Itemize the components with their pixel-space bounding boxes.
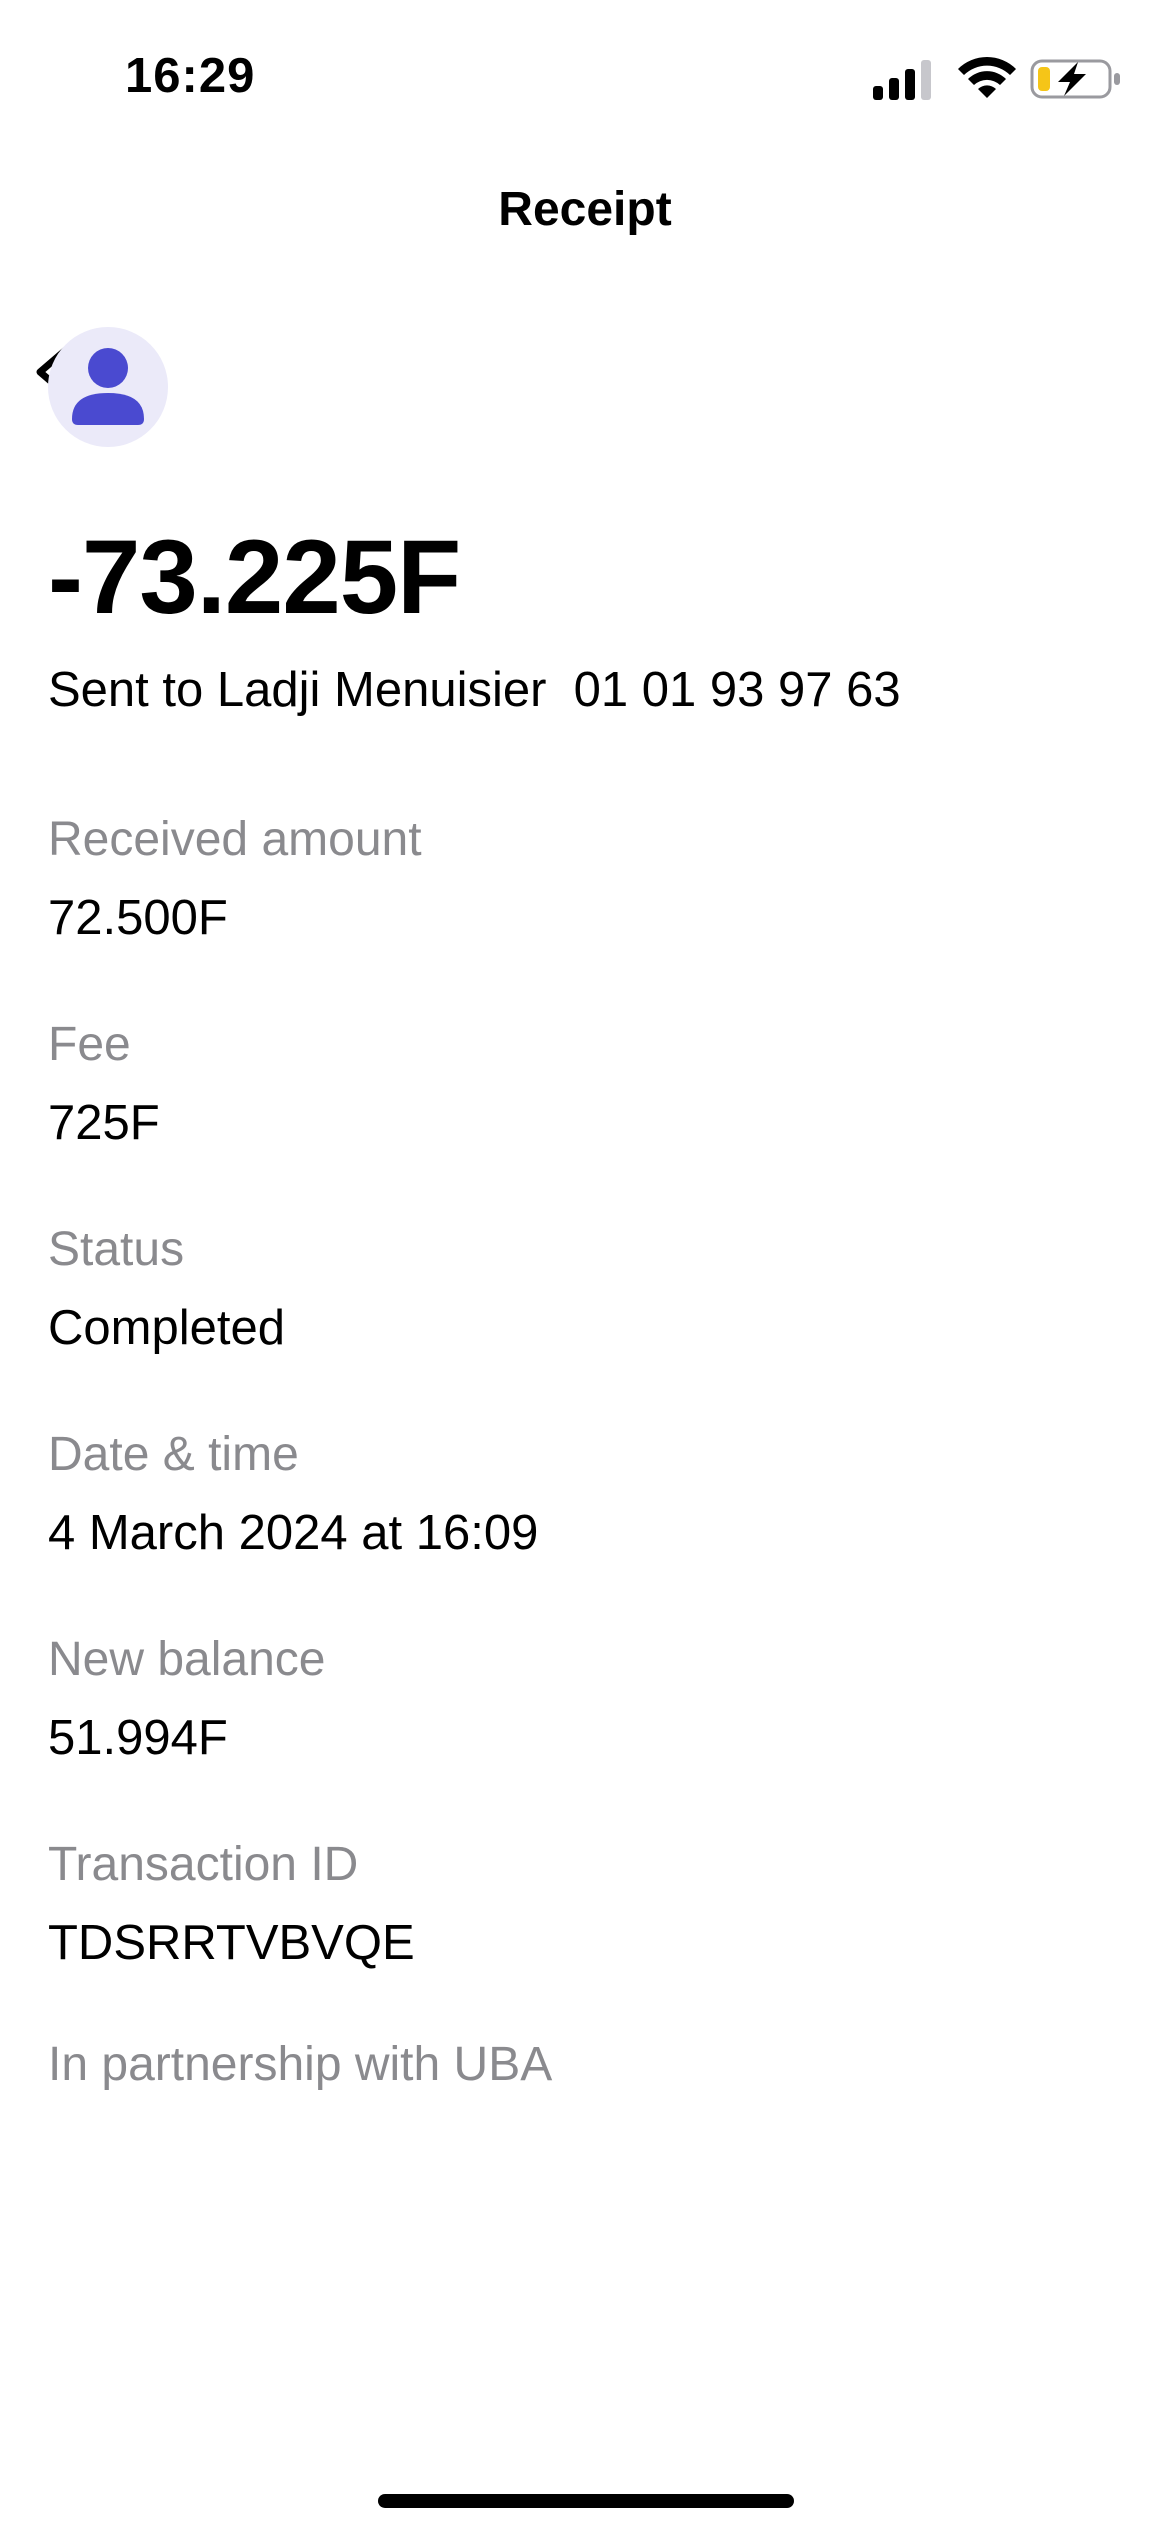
status-bar: 16:29 — [0, 0, 1170, 150]
recipient-line: Sent to Ladji Menuisier 01 01 93 97 63 — [48, 663, 901, 717]
status-label: Status — [48, 1223, 185, 1276]
battery-charging-icon — [1030, 59, 1120, 99]
home-indicator[interactable] — [378, 2494, 794, 2508]
received-amount-label: Received amount — [48, 813, 422, 866]
fee-label: Fee — [48, 1018, 131, 1071]
date-time-value: 4 March 2024 at 16:09 — [48, 1506, 539, 1560]
status-value: Completed — [48, 1301, 285, 1355]
new-balance-value: 51.994F — [48, 1711, 228, 1765]
fee-value: 725F — [48, 1096, 160, 1150]
page-title: Receipt — [498, 183, 672, 236]
wifi-icon — [958, 56, 1016, 98]
transaction-amount: -73.225F — [48, 519, 461, 636]
person-icon — [72, 348, 144, 425]
transaction-id-value: TDSRRTVBVQE — [48, 1916, 415, 1970]
signal-icon — [873, 60, 931, 100]
avatar — [48, 327, 168, 447]
transaction-id-label: Transaction ID — [48, 1838, 359, 1891]
received-amount-value: 72.500F — [48, 891, 228, 945]
new-balance-label: New balance — [48, 1633, 326, 1686]
status-time: 16:29 — [125, 49, 256, 103]
date-time-label: Date & time — [48, 1428, 299, 1481]
partnership-text: In partnership with UBA — [48, 2038, 553, 2091]
